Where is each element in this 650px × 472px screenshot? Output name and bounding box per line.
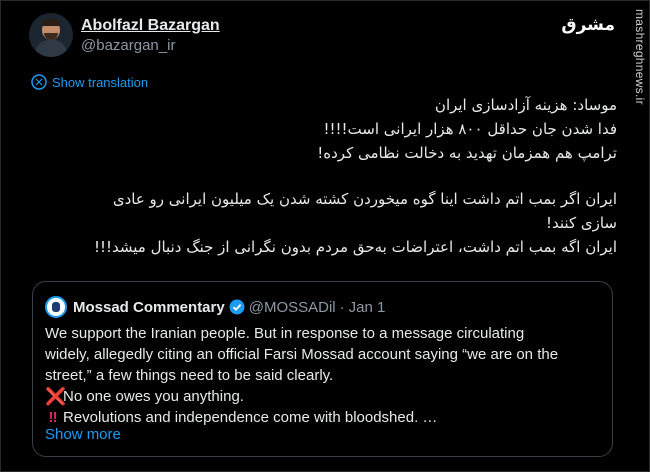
quote-body: We support the Iranian people. But in re… <box>45 323 603 428</box>
translate-icon <box>31 74 47 90</box>
avatar[interactable] <box>29 13 73 57</box>
quote-date[interactable]: Jan 1 <box>349 299 386 316</box>
quote-line: We support the Iranian people. But in re… <box>45 325 525 342</box>
tweet-line: ایران اگه بمب اتم داشت، اعتراضات به‌حق م… <box>93 238 617 256</box>
quote-point-text: Revolutions and independence come with b… <box>63 409 438 426</box>
tweet-line: فدا شدن جان حداقل ۸۰۰ هزار ایرانی است!!!… <box>323 120 617 138</box>
quote-point-text: No one owes you anything. <box>63 388 244 405</box>
brand-logo: مشرق <box>561 15 615 35</box>
quote-line: widely, allegedly citing an official Far… <box>45 346 559 363</box>
quote-avatar[interactable] <box>45 296 67 318</box>
quoted-tweet[interactable]: Mossad Commentary @MOSSADil · Jan 1 We s… <box>32 281 613 457</box>
quote-header: Mossad Commentary @MOSSADil · Jan 1 <box>45 296 385 318</box>
author-handle[interactable]: @bazargan_ir <box>81 36 220 56</box>
quote-author-name[interactable]: Mossad Commentary <box>73 299 225 316</box>
verified-badge-icon <box>229 299 245 315</box>
watermark: mashreghnews.ir <box>633 9 647 105</box>
quote-author-handle[interactable]: @MOSSADil <box>249 299 336 316</box>
tweet-line: ایران اگر بمب اتم داشت اینا گوه میخوردن … <box>112 190 617 208</box>
quote-point-1: ❌ No one owes you anything. <box>45 386 603 407</box>
quote-line: street,” a few things need to be said cl… <box>45 367 334 384</box>
show-more-link[interactable]: Show more <box>45 426 121 443</box>
double-exclamation-icon: ‼ <box>48 409 58 426</box>
show-translation-label: Show translation <box>52 74 149 90</box>
tweet-header: Abolfazl Bazargan @bazargan_ir <box>29 13 220 57</box>
tweet-line: ترامپ هم همزمان تهدید به دخالت نظامی کرد… <box>317 144 617 162</box>
tweet-line: موساد: هزینه آزادسازی ایران <box>434 96 617 114</box>
tweet-line: سازی کنند! <box>546 214 617 232</box>
show-translation-link[interactable]: Show translation <box>31 74 148 90</box>
author-info: Abolfazl Bazargan @bazargan_ir <box>81 15 220 56</box>
quote-point-2: ‼ Revolutions and independence come with… <box>45 407 603 428</box>
quote-separator: · <box>339 298 345 316</box>
cross-mark-icon: ❌ <box>45 387 67 406</box>
author-display-name[interactable]: Abolfazl Bazargan <box>81 15 220 36</box>
tweet-body: موساد: هزینه آزادسازی ایران فدا شدن جان … <box>57 93 617 259</box>
tweet-card: Abolfazl Bazargan @bazargan_ir مشرق mash… <box>0 0 650 472</box>
